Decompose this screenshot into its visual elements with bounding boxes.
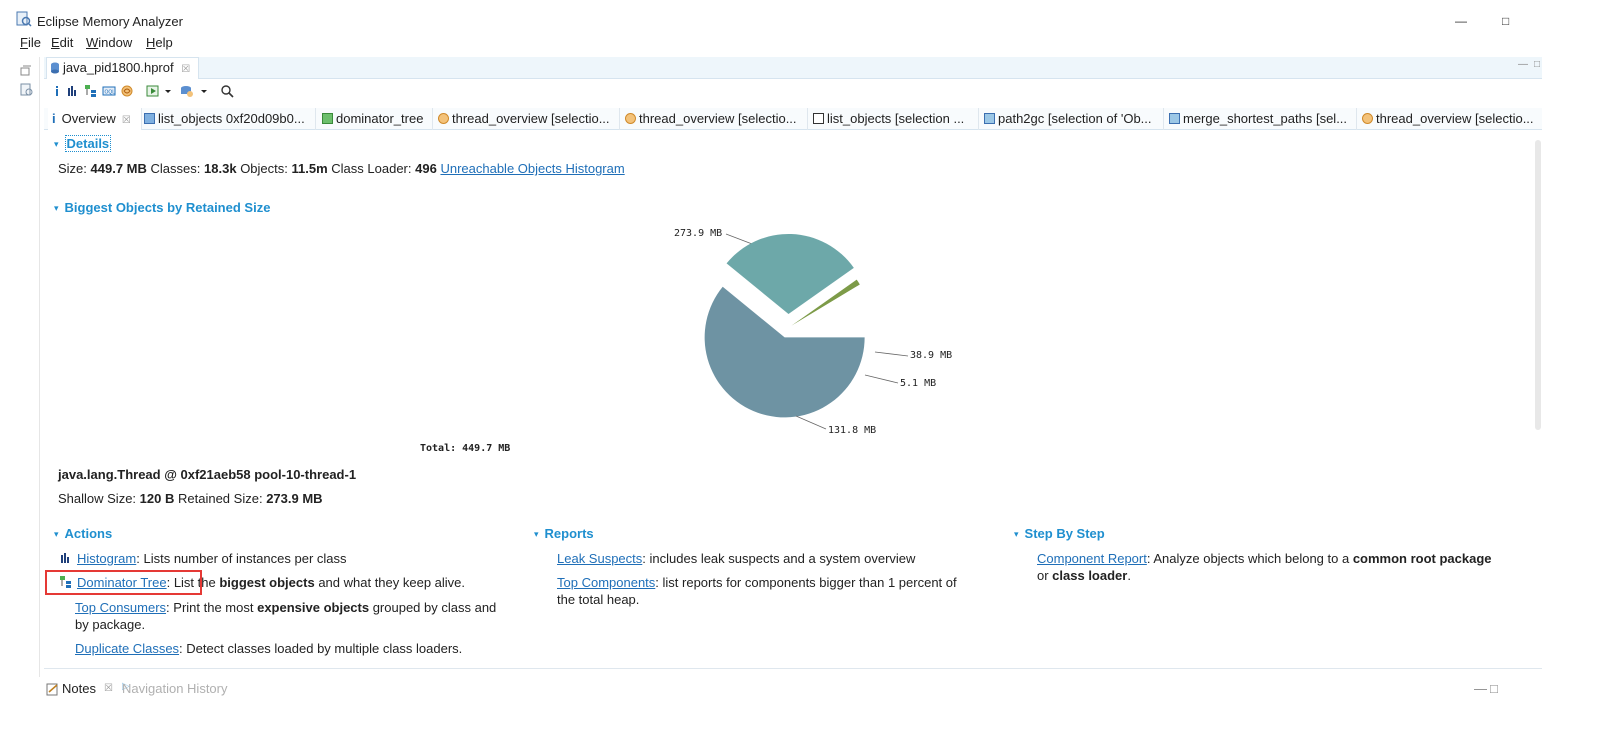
dominator-tree-icon bbox=[322, 113, 333, 124]
list-objects-icon bbox=[144, 113, 155, 124]
histogram-icon bbox=[61, 553, 69, 563]
info-icon: i bbox=[52, 111, 56, 126]
pie-slice-label: 5.1 MB bbox=[900, 378, 936, 389]
collapse-toggle-icon: ▾ bbox=[54, 139, 59, 149]
unreachable-objects-histogram-link[interactable]: Unreachable Objects Histogram bbox=[440, 161, 624, 176]
tab-dominator-tree[interactable]: dominator_tree bbox=[318, 108, 433, 130]
action-histogram: Histogram: Lists number of instances per… bbox=[60, 550, 347, 567]
thread-icon bbox=[625, 113, 636, 124]
menu-window[interactable]: Window bbox=[86, 35, 132, 50]
tab-list-objects-1[interactable]: list_objects 0xf20d09b0... bbox=[142, 108, 316, 130]
path-icon bbox=[984, 113, 995, 124]
pie-slice-label: 38.9 MB bbox=[910, 350, 952, 361]
action-top-consumers: Top Consumers: Print the most expensive … bbox=[75, 600, 497, 632]
retained-size-pie-chart: 273.9 MB 131.8 MB 5.1 MB 38.9 MB Total: 449.… bbox=[420, 228, 952, 454]
close-icon[interactable]: ☒ bbox=[181, 64, 190, 75]
editor-page-tabs: i Overview ☒ list_objects 0xf20d09b0... do… bbox=[44, 108, 1542, 130]
editor-tab-hprof[interactable]: java_pid1800.hprof ☒ bbox=[46, 57, 200, 79]
tab-notes[interactable]: Notes bbox=[62, 681, 96, 696]
editor-tab-label: java_pid1800.hprof bbox=[63, 60, 174, 75]
search-icon[interactable] bbox=[220, 84, 234, 98]
action-duplicate-classes: Duplicate Classes: Detect classes loaded… bbox=[75, 641, 463, 656]
editor-tab-row: java_pid1800.hprof ☒ — □ bbox=[44, 57, 1542, 79]
minimize-view-icon[interactable]: — bbox=[1518, 59, 1528, 70]
dropdown-icon[interactable] bbox=[200, 84, 208, 98]
pie-leader-line bbox=[864, 374, 899, 384]
menu-edit[interactable]: Edit bbox=[51, 35, 73, 50]
svg-text:OQL: OQL bbox=[105, 90, 116, 96]
collapse-toggle-icon: ▾ bbox=[1014, 529, 1019, 539]
heap-dump-icon[interactable] bbox=[180, 84, 194, 98]
close-icon[interactable]: ☒ bbox=[104, 683, 113, 694]
window-title: Eclipse Memory Analyzer bbox=[37, 14, 183, 29]
tab-thread-overview-3[interactable]: thread_overview [selectio... bbox=[1358, 108, 1542, 130]
details-summary: Size: 449.7 MB Classes: 18.3k Objects: 1… bbox=[58, 161, 625, 176]
step-component-report: Component Report: Analyze objects which … bbox=[1037, 551, 1492, 583]
tab-path2gc[interactable]: path2gc [selection of 'Ob... bbox=[980, 108, 1164, 130]
report-top-components: Top Components: list reports for compone… bbox=[557, 575, 957, 607]
duplicate-classes-link[interactable]: Duplicate Classes bbox=[75, 641, 179, 656]
maximize-view-icon[interactable]: □ bbox=[1490, 681, 1498, 696]
menu-file[interactable]: File bbox=[20, 35, 41, 50]
menu-help[interactable]: Help bbox=[146, 35, 173, 50]
pie-total-label: Total: 449.7 MB bbox=[420, 443, 510, 454]
report-leak-suspects: Leak Suspects: includes leak suspects an… bbox=[557, 551, 916, 566]
tab-thread-overview-2[interactable]: thread_overview [selectio... bbox=[621, 108, 808, 130]
histogram-icon[interactable] bbox=[66, 84, 80, 98]
thread-icon[interactable] bbox=[120, 84, 134, 98]
pie-leader-line bbox=[874, 351, 909, 357]
info-icon[interactable] bbox=[50, 84, 64, 98]
component-report-link[interactable]: Component Report bbox=[1037, 551, 1147, 566]
tab-thread-overview-1[interactable]: thread_overview [selectio... bbox=[434, 108, 620, 130]
tab-merge-shortest-paths[interactable]: merge_shortest_paths [sel... bbox=[1165, 108, 1357, 130]
actions-section-title[interactable]: ▾ Actions bbox=[54, 526, 112, 541]
merge-icon bbox=[1169, 113, 1180, 124]
oql-icon[interactable]: OQL bbox=[102, 84, 116, 98]
histogram-link[interactable]: Histogram bbox=[77, 551, 136, 566]
minimize-view-icon[interactable]: — bbox=[1474, 681, 1487, 696]
title-bar: Eclipse Memory Analyzer — □ bbox=[0, 0, 1597, 32]
tab-list-objects-2[interactable]: list_objects [selection ... bbox=[809, 108, 979, 130]
pie-slice-label: 273.9 MB bbox=[674, 228, 722, 239]
step-by-step-section-title[interactable]: ▾ Step By Step bbox=[1014, 526, 1105, 541]
heap-dump-file-icon bbox=[51, 62, 59, 74]
selected-object-name: java.lang.Thread @ 0xf21aeb58 pool-10-th… bbox=[58, 467, 357, 482]
thread-icon bbox=[438, 113, 449, 124]
editor-toolbar: OQL bbox=[44, 80, 1542, 104]
collapse-toggle-icon: ▾ bbox=[54, 529, 59, 539]
maximize-view-icon[interactable]: □ bbox=[1534, 59, 1540, 70]
vertical-scrollbar[interactable] bbox=[1535, 140, 1541, 430]
selected-object-sizes: Shallow Size: 120 B Retained Size: 273.9… bbox=[58, 491, 323, 506]
collapse-toggle-icon: ▾ bbox=[54, 203, 59, 213]
details-section-title[interactable]: ▾ Details bbox=[54, 135, 112, 152]
memory-analyzer-app-icon bbox=[16, 11, 32, 27]
highlight-box bbox=[45, 570, 202, 595]
dominator-tree-icon[interactable] bbox=[84, 84, 98, 98]
biggest-objects-section-title[interactable]: ▾ Biggest Objects by Retained Size bbox=[54, 200, 270, 215]
inspector-icon[interactable] bbox=[20, 83, 34, 97]
reports-section-title[interactable]: ▾ Reports bbox=[534, 526, 594, 541]
thread-icon bbox=[1362, 113, 1373, 124]
left-trim-bar bbox=[14, 57, 40, 677]
top-components-link[interactable]: Top Components bbox=[557, 575, 655, 590]
collapse-toggle-icon: ▾ bbox=[534, 529, 539, 539]
tab-overview[interactable]: i Overview ☒ bbox=[48, 108, 142, 130]
notes-icon bbox=[46, 683, 58, 696]
leak-suspects-link[interactable]: Leak Suspects bbox=[557, 551, 642, 566]
pie-leader-line bbox=[795, 415, 827, 430]
dropdown-icon[interactable] bbox=[164, 84, 172, 98]
restore-view-icon[interactable] bbox=[20, 65, 32, 77]
top-consumers-link[interactable]: Top Consumers bbox=[75, 600, 166, 615]
list-objects-icon bbox=[813, 113, 824, 124]
pie-slice-label: 131.8 MB bbox=[828, 425, 876, 436]
query-browser-icon[interactable] bbox=[146, 84, 160, 98]
restore-button[interactable]: □ bbox=[1502, 14, 1509, 28]
minimize-button[interactable]: — bbox=[1455, 14, 1467, 28]
close-icon[interactable]: ☒ bbox=[122, 115, 131, 126]
